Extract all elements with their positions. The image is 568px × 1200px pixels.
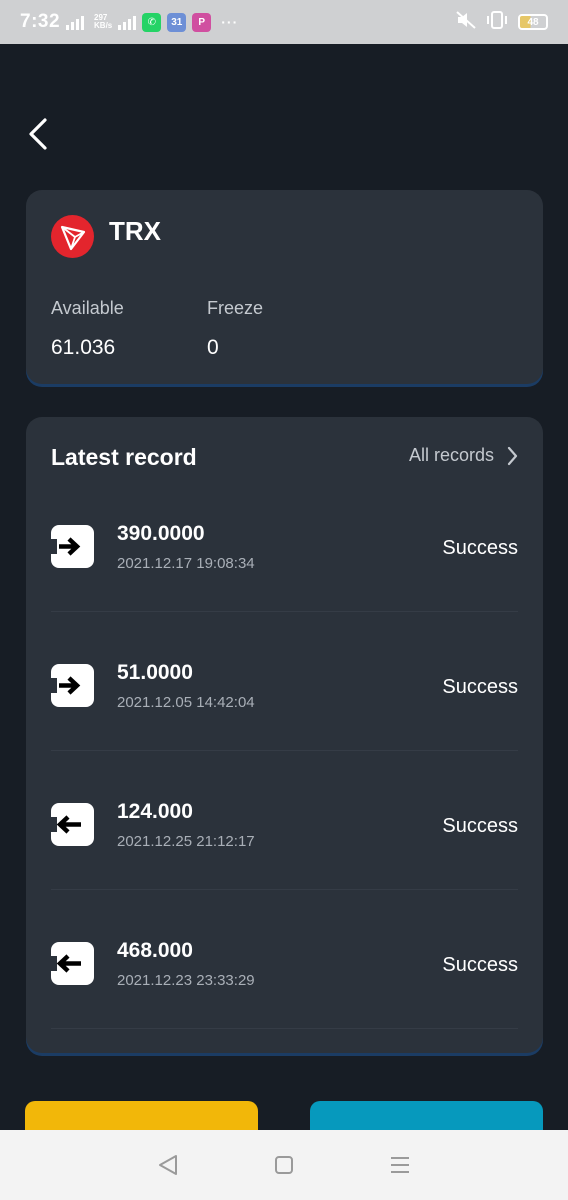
record-row[interactable]: 51.0000 2021.12.05 14:42:04 Success	[51, 612, 518, 751]
record-row[interactable]: 124.000 2021.12.25 21:12:17 Success	[51, 751, 518, 890]
back-button[interactable]	[20, 114, 56, 154]
records-list: 390.0000 2021.12.17 19:08:34 Success 51.…	[51, 473, 518, 1029]
all-records-link[interactable]: All records	[409, 445, 518, 466]
more-notifications-icon: ···	[221, 14, 239, 30]
status-time: 7:32	[20, 11, 61, 32]
available-label: Available	[51, 298, 124, 318]
screen: 7:32 297 KB/s ✆ 31 P ··· 48 TRX Availabl…	[0, 0, 568, 1200]
record-time: 2021.12.25 21:12:17	[117, 833, 255, 850]
signal-icon-2	[118, 14, 137, 30]
record-time: 2021.12.17 19:08:34	[117, 555, 255, 572]
network-speed-unit: KB/s	[94, 21, 113, 30]
record-row[interactable]: 390.0000 2021.12.17 19:08:34 Success	[51, 473, 518, 612]
record-amount: 51.0000	[117, 661, 193, 684]
p-app-icon: P	[192, 12, 212, 32]
record-row[interactable]: 468.000 2021.12.23 23:33:29 Success	[51, 890, 518, 1029]
nav-menu-button[interactable]	[380, 1145, 420, 1185]
navigation-bar	[0, 1130, 568, 1200]
record-amount: 124.000	[117, 800, 193, 823]
status-bar: 7:32 297 KB/s ✆ 31 P ··· 48	[0, 0, 568, 44]
login-arrow-icon	[51, 525, 94, 568]
square-home-icon	[275, 1156, 293, 1174]
records-title: Latest record	[51, 444, 197, 470]
battery-icon: 48	[518, 14, 548, 30]
triangle-back-icon	[159, 1155, 177, 1175]
login-arrow-icon	[51, 664, 94, 707]
record-amount: 468.000	[117, 939, 193, 962]
record-time: 2021.12.23 23:33:29	[117, 972, 255, 989]
menu-lines-icon	[391, 1157, 409, 1173]
chevron-left-icon	[29, 118, 47, 150]
record-status: Success	[442, 954, 518, 976]
freeze-value: 0	[207, 336, 219, 359]
record-amount: 390.0000	[117, 522, 205, 545]
whatsapp-icon: ✆	[142, 12, 162, 32]
records-card: Latest record All records 390.0000 2021.…	[26, 417, 543, 1053]
logout-arrow-icon	[51, 803, 94, 846]
tron-logo-icon	[51, 215, 94, 258]
mute-icon	[456, 10, 476, 34]
vibrate-icon	[486, 10, 508, 34]
nav-back-button[interactable]	[148, 1145, 188, 1185]
signal-icon	[66, 14, 85, 30]
record-status: Success	[442, 676, 518, 698]
asset-card: TRX Available 61.036 Freeze 0	[26, 190, 543, 384]
record-status: Success	[442, 537, 518, 559]
all-records-label: All records	[408, 445, 494, 465]
battery-level: 48	[527, 16, 539, 28]
available-value: 61.036	[51, 336, 116, 359]
record-status: Success	[442, 815, 518, 837]
logout-arrow-icon	[51, 942, 94, 985]
chevron-right-icon	[507, 446, 518, 465]
network-speed: 297 KB/s	[94, 14, 112, 30]
coin-name: TRX	[109, 216, 161, 246]
calendar-icon: 31	[167, 12, 187, 32]
record-time: 2021.12.05 14:42:04	[117, 694, 255, 711]
nav-home-button[interactable]	[264, 1145, 304, 1185]
freeze-label: Freeze	[207, 298, 264, 318]
